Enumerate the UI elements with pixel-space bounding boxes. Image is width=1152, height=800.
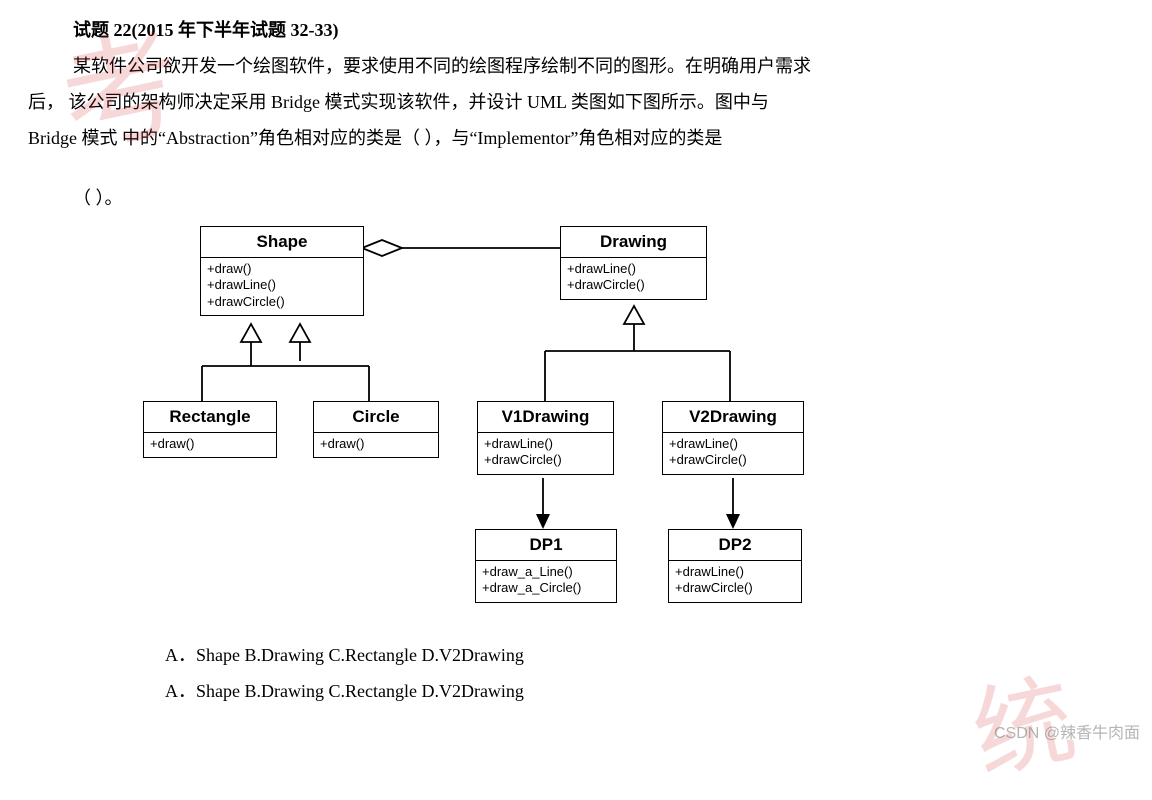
- options-line-1: A．Shape B.Drawing C.Rectangle D.V2Drawin…: [165, 637, 1152, 673]
- uml-op: +draw(): [320, 436, 432, 452]
- uml-op: +draw(): [150, 436, 270, 452]
- uml-class-name: Drawing: [561, 227, 706, 258]
- options-line-2: A．Shape B.Drawing C.Rectangle D.V2Drawin…: [165, 673, 1152, 709]
- uml-op: +drawLine(): [669, 436, 797, 452]
- uml-op: +drawLine(): [675, 564, 795, 580]
- uml-class-circle: Circle +draw(): [313, 401, 439, 458]
- question-text: 试题 22(2015 年下半年试题 32-33) 某软件公司欲开发一个绘图软件，…: [0, 0, 1152, 216]
- uml-class-name: DP1: [476, 530, 616, 561]
- uml-op: +drawCircle(): [669, 452, 797, 468]
- answer-options: A．Shape B.Drawing C.Rectangle D.V2Drawin…: [0, 631, 1152, 709]
- uml-class-v1drawing: V1Drawing +drawLine() +drawCircle(): [477, 401, 614, 475]
- uml-class-name: Shape: [201, 227, 363, 258]
- uml-class-rectangle: Rectangle +draw(): [143, 401, 277, 458]
- question-para4: （ ）。: [28, 180, 1124, 216]
- uml-class-dp1: DP1 +draw_a_Line() +draw_a_Circle(): [475, 529, 617, 603]
- uml-op: +drawLine(): [207, 277, 357, 293]
- uml-class-name: Rectangle: [144, 402, 276, 433]
- question-para2: 后， 该公司的架构师决定采用 Bridge 模式实现该软件，并设计 UML 类图…: [28, 84, 1124, 120]
- csdn-watermark: CSDN @辣香牛肉面: [994, 719, 1140, 743]
- question-para3: Bridge 模式 中的“Abstraction”角色相对应的类是（ ），与“I…: [28, 120, 1124, 156]
- uml-op: +drawLine(): [484, 436, 607, 452]
- uml-class-dp2: DP2 +drawLine() +drawCircle(): [668, 529, 802, 603]
- uml-class-shape: Shape +draw() +drawLine() +drawCircle(): [200, 226, 364, 316]
- uml-op: +drawCircle(): [207, 294, 357, 310]
- uml-op: +draw_a_Circle(): [482, 580, 610, 596]
- uml-op: +drawCircle(): [484, 452, 607, 468]
- question-title: 试题 22(2015 年下半年试题 32-33): [28, 12, 1124, 48]
- uml-op: +drawCircle(): [675, 580, 795, 596]
- uml-class-name: DP2: [669, 530, 801, 561]
- uml-op: +draw(): [207, 261, 357, 277]
- uml-class-name: Circle: [314, 402, 438, 433]
- uml-class-drawing: Drawing +drawLine() +drawCircle(): [560, 226, 707, 300]
- uml-class-name: V1Drawing: [478, 402, 613, 433]
- uml-class-v2drawing: V2Drawing +drawLine() +drawCircle(): [662, 401, 804, 475]
- uml-class-name: V2Drawing: [663, 402, 803, 433]
- uml-op: +drawLine(): [567, 261, 700, 277]
- uml-op: +draw_a_Line(): [482, 564, 610, 580]
- uml-diagram: Shape +draw() +drawLine() +drawCircle() …: [0, 216, 1152, 631]
- uml-op: +drawCircle(): [567, 277, 700, 293]
- question-para1: 某软件公司欲开发一个绘图软件，要求使用不同的绘图程序绘制不同的图形。在明确用户需…: [28, 48, 1124, 84]
